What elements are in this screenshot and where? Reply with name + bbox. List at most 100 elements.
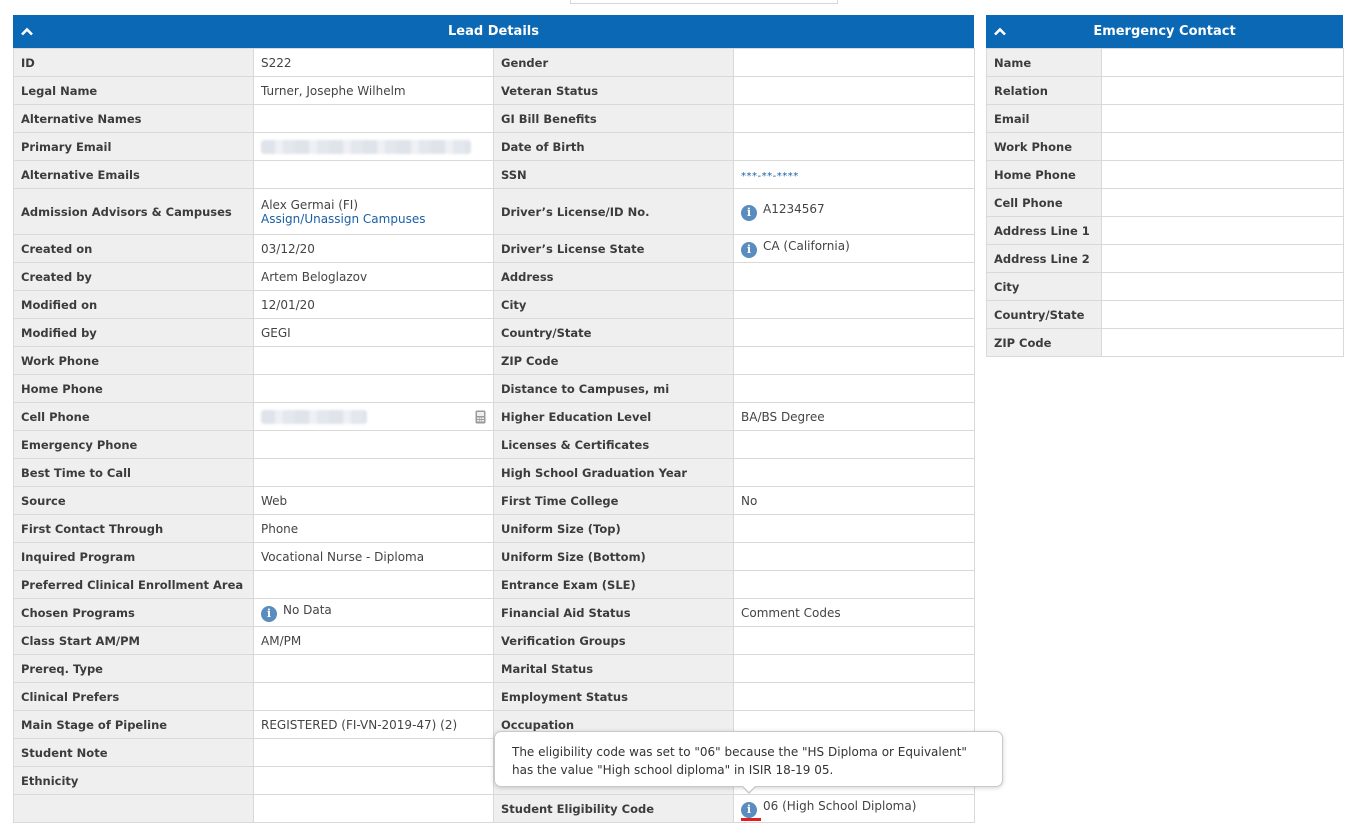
info-icon[interactable]: i [261,606,277,622]
label-source: Source [13,486,254,515]
table-row: Source Web First Time College No [13,486,975,515]
value-relation [1101,76,1344,105]
label-uniform-size-top: Uniform Size (Top) [493,514,734,543]
value-id: S222 [253,48,494,77]
label-best-time-to-call: Best Time to Call [13,458,254,487]
emergency-contact-title: Emergency Contact [1093,24,1236,39]
value-city [1101,272,1344,301]
value-address-line-1 [1101,216,1344,245]
created-by-value: Artem Beloglazov [261,269,368,284]
value-city [733,290,975,319]
value-chosen-programs: i No Data [253,598,494,627]
label-alternative-names: Alternative Names [13,104,254,133]
value-driver-s-license-id-no: i A1234567 [733,188,975,235]
value-cell-phone [253,402,494,431]
highlight-underline [741,818,761,821]
label-alternative-emails: Alternative Emails [13,160,254,189]
value-first-contact-through: Phone [253,514,494,543]
info-icon[interactable]: i [741,242,757,258]
value-zip-code [1101,328,1344,357]
label-financial-aid-status: Financial Aid Status [493,598,734,627]
table-row: Address Line 1 [986,216,1344,245]
label-primary-email: Primary Email [13,132,254,161]
label-prereq-type: Prereq. Type [13,654,254,683]
table-row: Prereq. Type Marital Status [13,654,975,683]
value-admission-advisors-and-campuses: Alex Germai (FI) Assign/Unassign Campuses [253,188,494,235]
emergency-contact-table: Name Relation Email Work Phone Home Phone Cel… [986,48,1344,357]
chevron-up-icon [994,27,1006,36]
label-home-phone: Home Phone [986,160,1102,189]
value-email [1101,104,1344,133]
label-work-phone: Work Phone [13,346,254,375]
label-first-contact-through: First Contact Through [13,514,254,543]
redacted-email [261,139,471,154]
value-home-phone [253,374,494,403]
table-row: Legal Name Turner, Josephe Wilhelm Veteran… [13,76,975,105]
emergency-contact-header: Emergency Contact [986,15,1343,48]
ssn-masked-link[interactable]: ***-**-**** [741,171,799,182]
emergency-contact-panel: Emergency Contact Name Relation Email Work … [986,15,1344,357]
chevron-up-icon [21,27,33,36]
label-modified-by: Modified by [13,318,254,347]
label-first-time-college: First Time College [493,486,734,515]
info-icon[interactable]: i [741,205,757,221]
value-date-of-birth [733,132,975,161]
legal-name-value: Turner, Josephe Wilhelm [261,83,406,98]
value-uniform-size-bottom [733,542,975,571]
lead-details-table: ID S222 Gender Legal Name Turner, Josephe Wi… [13,48,975,823]
table-row: Work Phone [986,132,1344,161]
collapse-emergency-toggle[interactable] [994,15,1008,48]
label-driver-s-license-state: Driver’s License State [493,234,734,263]
value-country-state [1101,300,1344,329]
label-entrance-exam-sle: Entrance Exam (SLE) [493,570,734,599]
value-financial-aid-status: Comment Codes [733,598,975,627]
label-chosen-programs: Chosen Programs [13,598,254,627]
label-country-state: Country/State [986,300,1102,329]
table-row: Cell Phone Higher Education Level BA/BS De… [13,402,975,431]
lead-details-panel: Lead Details ID S222 Gender Legal Name Turne… [13,15,975,823]
label-inquired-program: Inquired Program [13,542,254,571]
label-marital-status: Marital Status [493,654,734,683]
value-first-time-college: No [733,486,975,515]
value-alternative-emails [253,160,494,189]
label-uniform-size-bottom: Uniform Size (Bottom) [493,542,734,571]
tooltip-arrow-fill [742,785,756,792]
label-gender: Gender [493,48,734,77]
table-row: Chosen Programs i No Data Financial Aid Sta… [13,598,975,627]
label-student-eligibility-code: Student Eligibility Code [493,794,734,823]
label-home-phone: Home Phone [13,374,254,403]
value-cell-phone [1101,188,1344,217]
value-licenses-and-certificates [733,430,975,459]
first-time-college-value: No [741,493,758,508]
label-clinical-prefers: Clinical Prefers [13,682,254,711]
value-modified-on: 12/01/20 [253,290,494,319]
label-cell-phone: Cell Phone [986,188,1102,217]
table-row: Alternative Emails SSN ***-**-**** [13,160,975,189]
table-row: Clinical Prefers Employment Status [13,682,975,711]
table-row: Address Line 2 [986,244,1344,273]
value-uniform-size-top [733,514,975,543]
driver-s-license-id-no-value: A1234567 [763,202,825,216]
info-icon[interactable]: i [741,802,757,818]
label-cell-phone: Cell Phone [13,402,254,431]
table-row: ID S222 Gender [13,48,975,77]
value-main-stage-of-pipeline: REGISTERED (FI-VN-2019-47) (2) [253,710,494,739]
label-created-by: Created by [13,262,254,291]
value-entrance-exam-sle [733,570,975,599]
table-row: Name [986,48,1344,77]
value-source: Web [253,486,494,515]
table-row: Work Phone ZIP Code [13,346,975,375]
inquired-program-value: Vocational Nurse - Diploma [261,549,425,564]
collapse-lead-toggle[interactable] [21,15,35,48]
label-emergency-phone: Emergency Phone [13,430,254,459]
value-emergency-phone [253,430,494,459]
modified-by-value: GEGI [261,325,291,340]
value-address-line-2 [1101,244,1344,273]
value-prereq-type [253,654,494,683]
top-input-edge [570,0,838,4]
mobile-phone-icon[interactable] [475,410,486,424]
value-veteran-status [733,76,975,105]
table-row: Created by Artem Beloglazov Address [13,262,975,291]
assign-campuses-link[interactable]: Assign/Unassign Campuses [261,212,425,226]
label-created-on: Created on [13,234,254,263]
